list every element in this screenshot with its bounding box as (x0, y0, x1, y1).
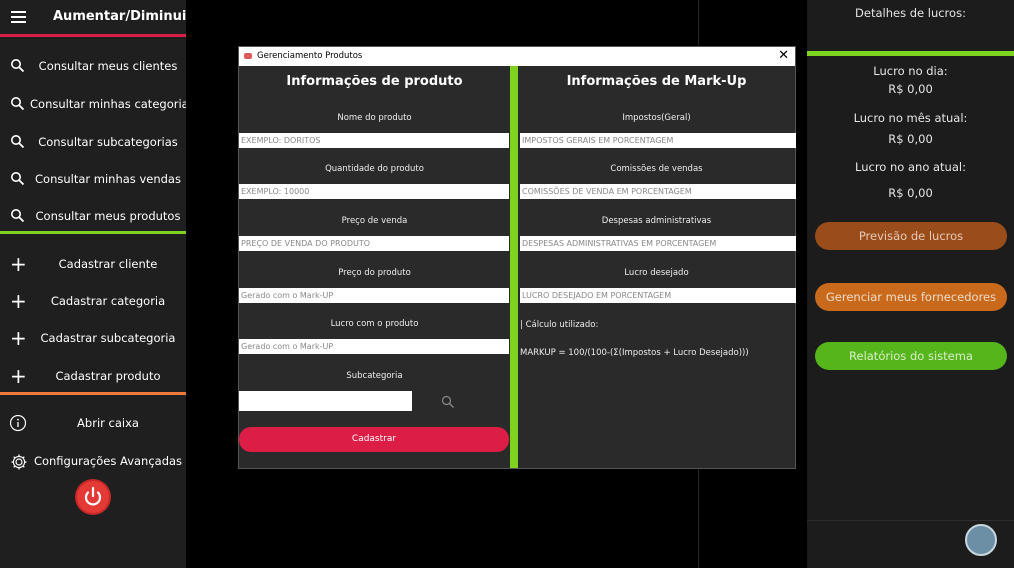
product-profit-label: Lucro com o produto (330, 319, 419, 329)
close-icon[interactable]: ✕ (778, 48, 789, 63)
admin-expenses-label: Despesas administrativas (601, 216, 712, 226)
info-icon (9, 414, 27, 432)
markup-info-title: Informações de Mark-Up (566, 74, 747, 89)
profit-panel-header: Detalhes de lucros: (855, 6, 966, 20)
gear-icon (10, 453, 27, 470)
sidebar-item-label: Cadastrar categoria (50, 294, 166, 308)
product-name-label: Nome do produto (337, 113, 412, 123)
plus-icon: + (10, 289, 27, 313)
search-icon (10, 208, 26, 224)
year-profit-value: R$ 0,00 (888, 186, 933, 200)
avatar[interactable] (965, 524, 997, 556)
sidebar-item-label: Consultar minhas categorias (30, 97, 195, 111)
taxes-label: Impostos(Geral) (622, 113, 691, 123)
profit-panel-separator (807, 51, 1014, 56)
sale-price-label: Preço de venda (341, 216, 408, 226)
product-management-window: Gerenciamento Produtos ✕ Informações de … (238, 46, 796, 469)
sidebar-title[interactable]: Aumentar/Diminuir (53, 9, 193, 24)
product-profit-input[interactable]: Gerado com o Mark-UP (239, 339, 509, 354)
product-quantity-label: Quantidade do produto (325, 164, 424, 174)
sidebar-item-consultar-produtos[interactable]: Consultar meus produtos (0, 201, 186, 231)
plus-icon: + (10, 252, 27, 276)
sidebar-item-cadastrar-cliente[interactable]: + Cadastrar cliente (0, 249, 186, 279)
search-icon[interactable] (441, 394, 455, 413)
sidebar-item-label: Consultar meus clientes (38, 59, 178, 73)
sidebar-separator (0, 392, 186, 395)
sidebar-item-label: Abrir caixa (77, 416, 139, 430)
plus-icon: + (10, 364, 27, 388)
search-icon (10, 171, 26, 187)
desired-profit-input[interactable]: LUCRO DESEJADO EM PORCENTAGEM (520, 288, 796, 303)
plus-icon: + (10, 326, 27, 350)
sidebar-item-label: Consultar subcategorias (38, 135, 178, 149)
divider (807, 520, 1014, 521)
sidebar-item-abrir-caixa[interactable]: Abrir caixa (0, 408, 186, 438)
product-price-input[interactable]: Gerado com o Mark-UP (239, 288, 509, 303)
search-icon (10, 58, 26, 74)
sidebar-header: Aumentar/Diminuir (0, 0, 193, 34)
day-profit-value: R$ 0,00 (888, 82, 933, 96)
calc-formula: MARKUP = 100/(100-(Σ(Impostos + Lucro De… (520, 348, 749, 358)
search-icon (10, 134, 26, 150)
submit-button[interactable]: Cadastrar (239, 427, 509, 452)
app-icon (244, 53, 252, 59)
month-profit-label: Lucro no mês atual: (853, 111, 968, 125)
window-titlebar: Gerenciamento Produtos ✕ (239, 47, 795, 66)
year-profit-label: Lucro no ano atual: (855, 160, 966, 174)
reports-button[interactable]: Relatórios do sistema (815, 342, 1007, 370)
profit-panel: Detalhes de lucros: Lucro no dia: R$ 0,0… (807, 0, 1014, 568)
power-icon (84, 486, 102, 506)
sidebar-item-label: Cadastrar produto (55, 369, 161, 383)
subcategory-label: Subcategoria (346, 371, 403, 381)
taxes-input[interactable]: IMPOSTOS GERAIS EM PORCENTAGEM (520, 133, 796, 148)
sidebar-item-consultar-vendas[interactable]: Consultar minhas vendas (0, 164, 186, 194)
sidebar-item-label: Consultar meus produtos (35, 209, 181, 223)
sidebar-item-label: Cadastrar subcategoria (40, 331, 176, 345)
sidebar-separator (0, 231, 186, 234)
column-divider (510, 66, 518, 468)
power-button[interactable] (77, 481, 109, 513)
calc-label: | Cálculo utilizado: (520, 320, 599, 330)
admin-expenses-input[interactable]: DESPESAS ADMINISTRATIVAS EM PORCENTAGEM (520, 236, 796, 251)
sidebar-item-cadastrar-subcategoria[interactable]: + Cadastrar subcategoria (0, 323, 186, 353)
hamburger-menu-icon[interactable] (11, 11, 26, 23)
window-title: Gerenciamento Produtos (257, 51, 363, 61)
desired-profit-label: Lucro desejado (624, 268, 689, 278)
month-profit-value: R$ 0,00 (888, 132, 933, 146)
sidebar-item-label: Cadastrar cliente (58, 257, 158, 271)
sidebar-item-cadastrar-categoria[interactable]: + Cadastrar categoria (0, 286, 186, 316)
sidebar-item-configuracoes[interactable]: Configurações Avançadas (0, 446, 186, 476)
sidebar-item-label: Configurações Avançadas (33, 454, 183, 468)
suppliers-button[interactable]: Gerenciar meus fornecedores (815, 283, 1007, 311)
day-profit-label: Lucro no dia: (873, 64, 948, 78)
sidebar: Aumentar/Diminuir Consultar meus cliente… (0, 0, 195, 568)
sidebar-separator (0, 34, 186, 37)
product-price-label: Preço do produto (338, 268, 411, 278)
sale-price-input[interactable]: PREÇO DE VENDA DO PRODUTO (239, 236, 509, 251)
subcategory-input[interactable] (239, 391, 412, 411)
sidebar-item-label: Consultar minhas vendas (35, 172, 181, 186)
commissions-label: Comissões de vendas (610, 164, 703, 174)
product-quantity-input[interactable]: EXEMPLO: 10000 (239, 184, 509, 199)
product-name-input[interactable]: EXEMPLO: DORITOS (239, 133, 509, 148)
product-info-title: Informações de produto (286, 74, 463, 89)
sidebar-item-consultar-subcategorias[interactable]: Consultar subcategorias (0, 127, 186, 157)
sidebar-item-cadastrar-produto[interactable]: + Cadastrar produto (0, 361, 186, 391)
search-icon (10, 96, 26, 112)
commissions-input[interactable]: COMISSÕES DE VENDA EM PORCENTAGEM (520, 184, 796, 199)
forecast-button[interactable]: Previsão de lucros (815, 222, 1007, 250)
sidebar-item-consultar-clientes[interactable]: Consultar meus clientes (0, 51, 186, 81)
sidebar-item-consultar-categorias[interactable]: Consultar minhas categorias (0, 89, 195, 119)
